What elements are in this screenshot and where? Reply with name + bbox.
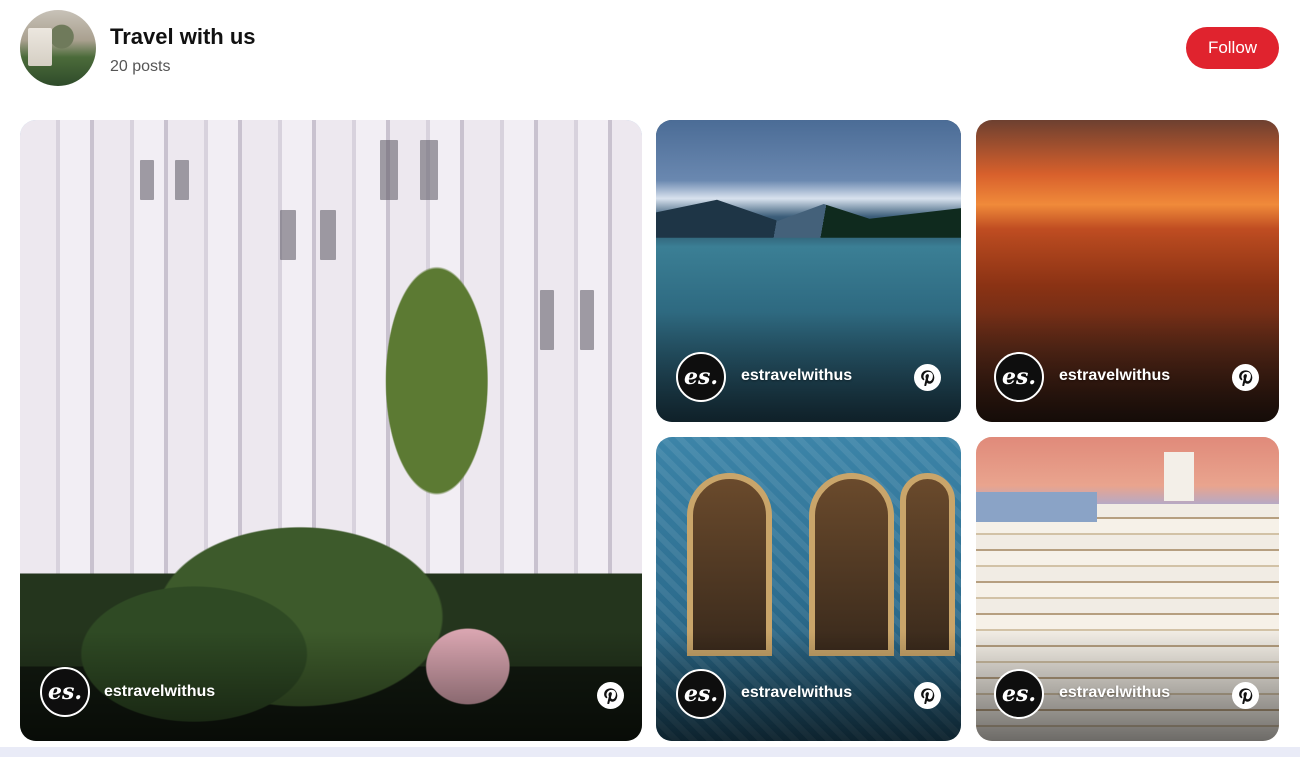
pinterest-icon[interactable] <box>597 682 624 709</box>
pinterest-icon[interactable] <box>1232 682 1259 709</box>
avatar[interactable] <box>20 10 96 86</box>
pinterest-icon[interactable] <box>1232 364 1259 391</box>
post-handle[interactable]: estravelwithus <box>104 683 215 701</box>
profile-logo[interactable]: es. <box>994 669 1044 719</box>
post-handle[interactable]: estravelwithus <box>1059 684 1170 702</box>
post-handle[interactable]: estravelwithus <box>1059 367 1170 385</box>
post-tile[interactable]: es. estravelwithus <box>976 120 1279 422</box>
post-count: 20 posts <box>110 58 171 75</box>
bottom-divider <box>0 747 1300 757</box>
follow-button[interactable]: Follow <box>1186 27 1279 69</box>
post-handle[interactable]: estravelwithus <box>741 367 852 385</box>
post-tile[interactable]: es. estravelwithus <box>656 120 961 422</box>
pinterest-icon[interactable] <box>914 364 941 391</box>
profile-header: Travel with us 20 posts Follow <box>0 0 1300 100</box>
profile-logo[interactable]: es. <box>676 352 726 402</box>
page-title[interactable]: Travel with us <box>110 24 256 50</box>
post-tile[interactable]: es. estravelwithus <box>20 120 642 741</box>
profile-logo[interactable]: es. <box>676 669 726 719</box>
post-handle[interactable]: estravelwithus <box>741 684 852 702</box>
pinterest-icon[interactable] <box>914 682 941 709</box>
post-tile[interactable]: es. estravelwithus <box>976 437 1279 741</box>
profile-logo[interactable]: es. <box>40 667 90 717</box>
post-tile[interactable]: es. estravelwithus <box>656 437 961 741</box>
profile-logo[interactable]: es. <box>994 352 1044 402</box>
